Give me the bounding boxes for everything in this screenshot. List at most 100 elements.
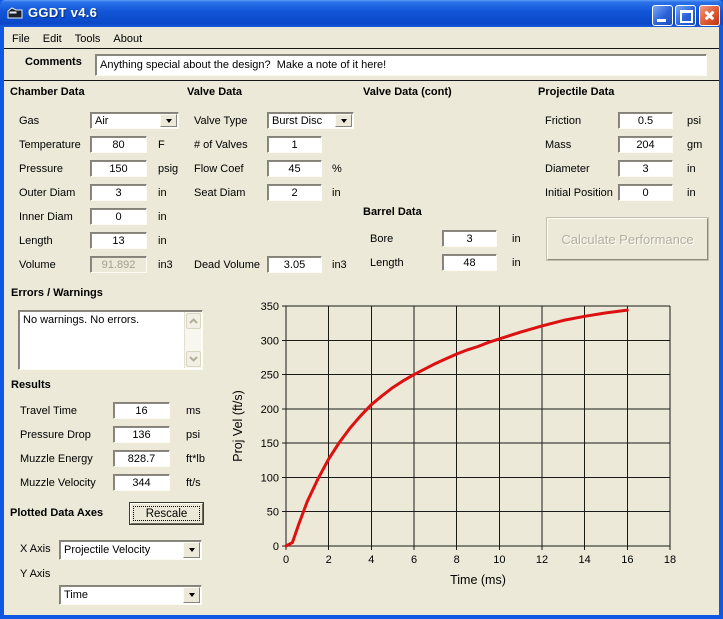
projectile-diameter-unit: in [687,163,696,175]
valve-of-valves-input[interactable] [267,136,322,153]
close-button[interactable] [699,5,720,26]
chamber-gas-dropdown-button[interactable] [160,114,177,127]
valve-flow-coef-input[interactable] [267,160,322,177]
chamber-gas-select[interactable]: Air [90,112,179,129]
chamber-gas-selected-value: Air [95,115,108,127]
results-muzzle-energy-input[interactable] [113,450,170,467]
chevron-down-icon [341,119,347,123]
chamber-inner-diam-unit: in [158,211,167,223]
chamber-outer-diam-unit: in [158,187,167,199]
svg-text:8: 8 [454,554,460,566]
chamber-length-input[interactable] [90,232,147,249]
barrel-length-input[interactable] [442,254,497,271]
minimize-button[interactable] [652,5,673,26]
chamber-inner-diam-input[interactable] [90,208,147,225]
projectile-initial-position-input[interactable] [618,184,673,201]
menu-item-edit[interactable]: Edit [43,33,62,45]
results-muzzle-velocity-label: Muzzle Velocity [20,477,96,489]
chamber-pressure-label: Pressure [19,163,63,175]
valve-dead-volume-input[interactable] [267,256,322,273]
chamber-volume-label: Volume [19,259,56,271]
results-travel-time-input[interactable] [113,402,170,419]
results-muzzle-energy-label: Muzzle Energy [20,453,93,465]
window-title: GGDT v4.6 [28,5,97,20]
valve-seat-diam-unit: in [332,187,341,199]
results-muzzle-velocity-unit: ft/s [186,477,201,489]
barrel-bore-unit: in [512,233,521,245]
rescale-button[interactable]: Rescale [130,503,203,524]
results-pressure-drop-label: Pressure Drop [20,429,91,441]
chamber-data-section: GasAirTemperatureFPressurepsigOuter Diam… [10,112,99,129]
errors-warnings-text: No warnings. No errors. [23,314,139,326]
valve-valve-type-dropdown-button[interactable] [335,114,352,127]
barrel-bore-input[interactable] [442,230,497,247]
svg-text:250: 250 [261,370,279,382]
chamber-outer-diam-label: Outer Diam [19,187,75,199]
svg-text:350: 350 [261,301,279,313]
barrel-bore-label: Bore [370,233,393,245]
results-header: Results [11,379,51,391]
projectile-initial-position-unit: in [687,187,696,199]
calculate-performance-button[interactable]: Calculate Performance [547,218,708,260]
projectile-mass-input[interactable] [618,136,673,153]
scroll-down-button[interactable] [186,351,201,367]
chamber-outer-diam-input[interactable] [90,184,147,201]
barrel-length-label: Length [370,257,404,269]
projectile-friction-input[interactable] [618,112,673,129]
scroll-up-button[interactable] [186,313,201,329]
projectile-mass-unit: gm [687,139,702,151]
x-axis-dropdown-button[interactable] [183,542,200,558]
svg-text:300: 300 [261,335,279,347]
chamber-inner-diam-label: Inner Diam [19,211,73,223]
svg-text:100: 100 [261,472,279,484]
valve-valve-type-label: Valve Type [194,115,247,127]
svg-text:10: 10 [493,554,505,566]
projectile-diameter-input[interactable] [618,160,673,177]
results-pressure-drop-input[interactable] [113,426,170,443]
y-axis-select[interactable]: Time [59,585,202,605]
projectile-friction-label: Friction [545,115,581,127]
valve-dead-volume-label: Dead Volume [194,259,260,271]
chevron-down-icon [189,548,195,552]
projectile-mass-label: Mass [545,139,571,151]
results-pressure-drop-unit: psi [186,429,200,441]
svg-text:2: 2 [326,554,332,566]
vertical-scrollbar[interactable] [184,312,201,368]
maximize-button[interactable] [675,5,696,26]
results-muzzle-velocity-input[interactable] [113,474,170,491]
valve-valve-type-select[interactable]: Burst Disc [267,112,354,129]
projectile-diameter-label: Diameter [545,163,590,175]
valve-flow-coef-unit: % [332,163,342,175]
chamber-pressure-input[interactable] [90,160,147,177]
valve-dead-volume-unit: in3 [332,259,347,271]
svg-text:0: 0 [283,554,289,566]
valve-seat-diam-label: Seat Diam [194,187,245,199]
chamber-volume-input[interactable] [90,256,147,273]
chamber-length-label: Length [19,235,53,247]
errors-warnings-header: Errors / Warnings [11,287,103,299]
svg-text:6: 6 [411,554,417,566]
barrel-length-unit: in [512,257,521,269]
chevron-down-icon [189,593,195,597]
separator-line [4,80,719,81]
svg-text:200: 200 [261,404,279,416]
y-axis-dropdown-button[interactable] [183,587,200,603]
menu-item-file[interactable]: File [12,33,30,45]
results-muzzle-energy-unit: ft*lb [186,453,205,465]
projectile-data-header: Projectile Data [538,86,614,98]
chevron-up-icon [189,318,198,324]
menu-item-about[interactable]: About [113,33,142,45]
chamber-data-header: Chamber Data [10,86,85,98]
valve-data-section: Valve TypeBurst Disc# of ValvesFlow Coef… [187,112,274,129]
valve-seat-diam-input[interactable] [267,184,322,201]
x-axis-select[interactable]: Projectile Velocity [59,540,202,560]
chamber-temperature-input[interactable] [90,136,147,153]
valve-flow-coef-label: Flow Coef [194,163,244,175]
menu-item-tools[interactable]: Tools [75,33,101,45]
x-axis-selected-value: Projectile Velocity [64,544,150,556]
errors-warnings-box[interactable]: No warnings. No errors. [18,310,203,370]
chamber-length-unit: in [158,235,167,247]
comments-input[interactable] [95,54,707,76]
results-travel-time-label: Travel Time [20,405,77,417]
chamber-volume-unit: in3 [158,259,173,271]
